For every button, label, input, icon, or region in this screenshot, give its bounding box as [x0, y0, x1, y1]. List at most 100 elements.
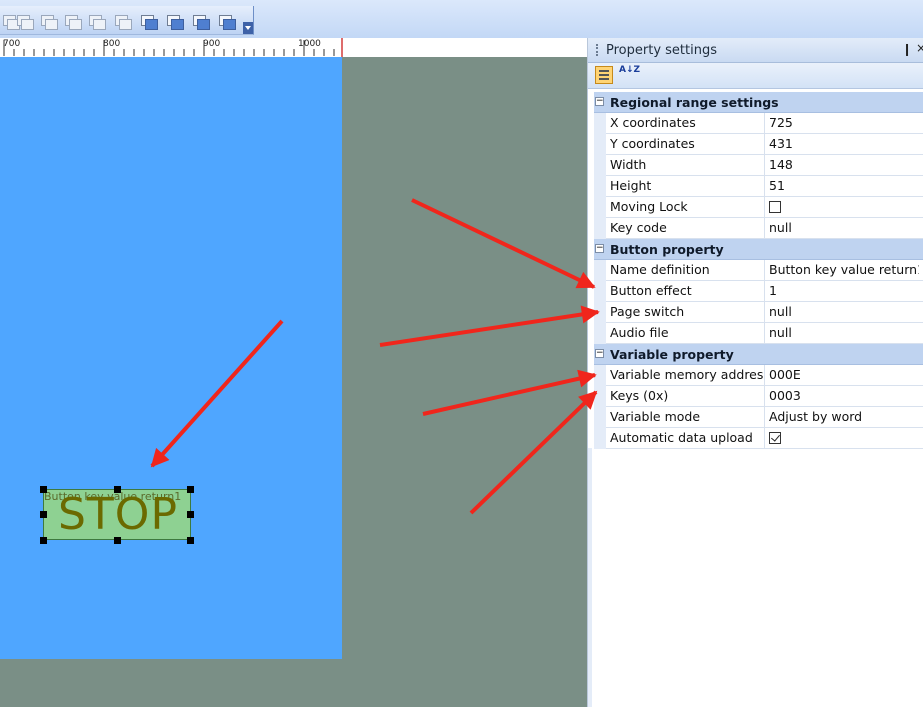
drag-grip-icon[interactable] [596, 44, 600, 56]
property-row-audio-file[interactable]: Audio file null [594, 323, 923, 344]
list-lines-icon [599, 74, 609, 76]
bring-forward-icon-part [197, 19, 210, 30]
panel-title: Property settings [606, 43, 717, 58]
row-gutter [594, 386, 606, 407]
row-gutter [594, 407, 606, 428]
property-row-x-coordinates[interactable]: X coordinates 725 [594, 113, 923, 134]
property-value-field[interactable]: 148 [769, 155, 919, 175]
group-icon[interactable] [112, 12, 132, 30]
ruler-label: 900 [203, 39, 221, 49]
send-backward-icon[interactable] [216, 12, 236, 30]
collapse-icon[interactable]: − [595, 244, 604, 253]
ruler-label: 700 [3, 39, 21, 49]
property-row-key-code[interactable]: Key code null [594, 218, 923, 239]
property-value-field [769, 428, 919, 448]
row-gutter [594, 428, 606, 449]
panel-title-bar[interactable]: Property settings ❙ × [588, 38, 923, 63]
row-gutter [594, 365, 606, 386]
resize-handle-sw[interactable] [40, 537, 47, 544]
categorized-view-button[interactable] [595, 66, 613, 84]
column-divider [764, 113, 765, 134]
property-row-variable-memory-address[interactable]: Variable memory address 000E [594, 365, 923, 386]
property-value-field[interactable]: 1 [769, 281, 919, 301]
column-divider [764, 176, 765, 197]
row-gutter [594, 176, 606, 197]
property-name: Keys (0x) [610, 388, 669, 403]
panel-left-edge [588, 448, 592, 707]
property-name: Audio file [610, 325, 669, 340]
ruler-label: 800 [103, 39, 121, 49]
property-row-y-coordinates[interactable]: Y coordinates 431 [594, 134, 923, 155]
property-value-field[interactable]: Adjust by word [769, 407, 919, 427]
distribute-h-icon[interactable] [14, 12, 34, 30]
property-row-variable-mode[interactable]: Variable mode Adjust by word [594, 407, 923, 428]
property-value-field[interactable]: Button key value return1 [769, 260, 919, 280]
column-divider [764, 260, 765, 281]
property-row-width[interactable]: Width 148 [594, 155, 923, 176]
align-top-icon[interactable] [38, 12, 58, 30]
category-button-property[interactable]: − Button property [594, 239, 923, 260]
property-value-field[interactable]: 51 [769, 176, 919, 196]
toolbar-overflow-button[interactable] [243, 22, 253, 34]
bring-front-icon[interactable] [138, 12, 158, 30]
category-label: Variable property [610, 347, 734, 362]
category-regional-range[interactable]: − Regional range settings [594, 92, 923, 113]
property-row-moving-lock[interactable]: Moving Lock [594, 197, 923, 218]
property-value-field[interactable]: 431 [769, 134, 919, 154]
alphabetical-sort-button[interactable]: A↓Z [619, 66, 640, 84]
bring-front-icon-part [145, 19, 158, 30]
align-middle-icon[interactable] [62, 12, 82, 30]
property-value-field[interactable]: 0003 [769, 386, 919, 406]
column-divider [764, 407, 765, 428]
resize-handle-s[interactable] [114, 537, 121, 544]
column-divider [764, 428, 765, 449]
collapse-icon[interactable]: − [595, 97, 604, 106]
property-row-button-effect[interactable]: Button effect 1 [594, 281, 923, 302]
distribute-v-icon[interactable] [86, 12, 106, 30]
property-value-field[interactable]: null [769, 302, 919, 322]
resize-handle-ne[interactable] [187, 486, 194, 493]
resize-handle-nw[interactable] [40, 486, 47, 493]
property-row-automatic-data-upload[interactable]: Automatic data upload [594, 428, 923, 449]
moving-lock-checkbox[interactable] [769, 200, 781, 213]
pin-icon[interactable]: ❙ [902, 42, 912, 56]
property-row-height[interactable]: Height 51 [594, 176, 923, 197]
row-gutter [594, 260, 606, 281]
property-settings-panel: Property settings ❙ × A↓Z − Regional ran… [587, 38, 923, 707]
resize-handle-n[interactable] [114, 486, 121, 493]
distribute-v-icon-part [93, 19, 106, 30]
property-name: Width [610, 157, 647, 172]
resize-handle-e[interactable] [187, 511, 194, 518]
property-value-field[interactable]: null [769, 323, 919, 343]
property-row-keys[interactable]: Keys (0x) 0003 [594, 386, 923, 407]
property-row-page-switch[interactable]: Page switch null [594, 302, 923, 323]
close-icon[interactable]: × [916, 41, 923, 55]
automatic-upload-checkbox[interactable] [769, 431, 781, 444]
resize-handle-se[interactable] [187, 537, 194, 544]
panel-toolbar: A↓Z [588, 63, 923, 89]
collapse-icon[interactable]: − [595, 349, 604, 358]
column-divider [764, 197, 765, 218]
resize-handle-w[interactable] [40, 511, 47, 518]
design-screen-page[interactable] [0, 57, 342, 659]
property-value-field [769, 197, 919, 217]
list-lines-icon [599, 78, 609, 80]
bring-forward-icon[interactable] [190, 12, 210, 30]
stop-button-control[interactable]: Button key value return1 STOP [43, 489, 191, 540]
property-value-field[interactable]: 725 [769, 113, 919, 133]
property-value-field[interactable]: null [769, 218, 919, 238]
category-label: Regional range settings [610, 95, 779, 110]
column-divider [764, 218, 765, 239]
align-top-icon-part [45, 19, 58, 30]
send-back-icon[interactable] [164, 12, 184, 30]
property-row-name-definition[interactable]: Name definition Button key value return1 [594, 260, 923, 281]
column-divider [764, 323, 765, 344]
property-value-field[interactable]: 000E [769, 365, 919, 385]
column-divider [764, 365, 765, 386]
property-name: Variable memory address [610, 367, 764, 382]
row-gutter [594, 302, 606, 323]
category-variable-property[interactable]: − Variable property [594, 344, 923, 365]
property-name: Automatic data upload [610, 430, 753, 445]
property-name: Button effect [610, 283, 692, 298]
group-icon-part [119, 19, 132, 30]
